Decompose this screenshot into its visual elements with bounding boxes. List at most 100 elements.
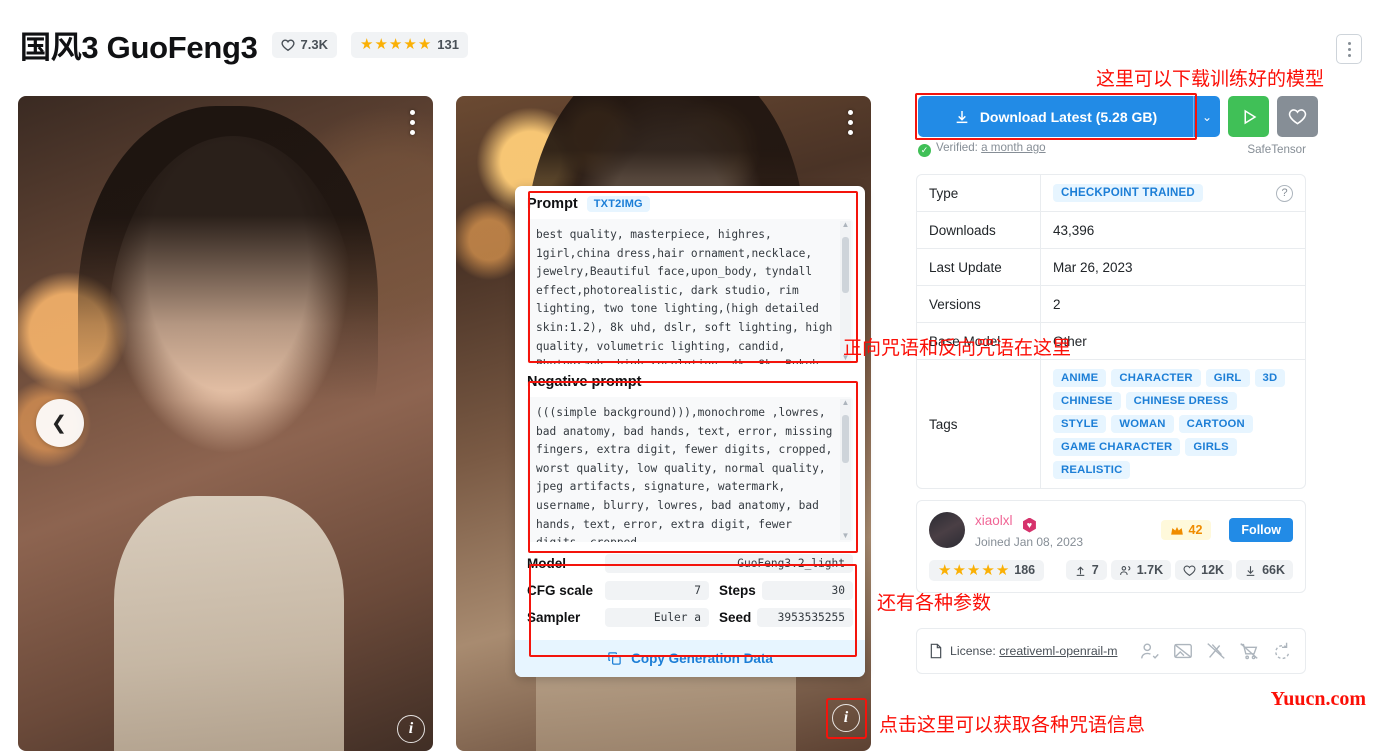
users-icon — [1119, 565, 1131, 575]
model-label: Model — [527, 556, 566, 571]
negative-prompt-section: Negative prompt (((simple background))),… — [515, 364, 865, 542]
star-icon: ★ — [388, 36, 403, 53]
download-icon — [956, 110, 968, 123]
file-format-label: SafeTensor — [1247, 142, 1306, 156]
tag-chip[interactable]: CHINESE — [1053, 392, 1121, 410]
annotation-params: 还有各种参数 — [877, 592, 992, 614]
tag-chip[interactable]: GIRL — [1205, 369, 1250, 387]
creator-card: xiaolxl ♥ Joined Jan 08, 2023 42 Follow … — [916, 500, 1306, 593]
play-icon — [1244, 109, 1256, 124]
download-latest-button[interactable]: Download Latest (5.28 GB) — [918, 96, 1193, 137]
verified-row: ✓ Verified: a month ago SafeTensor — [918, 141, 1306, 157]
watermark: Yuucn.com — [1270, 688, 1366, 710]
table-row: Versions 2 — [917, 286, 1305, 323]
rating-pill[interactable]: ★ ★ ★ ★ ★ 131 — [351, 31, 468, 58]
tag-chip[interactable]: REALISTIC — [1053, 461, 1131, 479]
follow-button[interactable]: Follow — [1229, 518, 1293, 543]
star-icon: ★ — [995, 561, 1010, 579]
no-image-generation-icon — [1174, 643, 1192, 659]
star-icon: ★ — [403, 36, 417, 53]
scrollbar-thumb[interactable] — [842, 415, 849, 463]
model-detail-page: 国风3 GuoFeng3 7.3K ★ ★ ★ ★ ★ 131 ❮ i i Pr… — [0, 0, 1382, 754]
row-value: 2 — [1053, 296, 1061, 312]
gallery-prev-button[interactable]: ❮ — [36, 399, 84, 447]
cfg-label: CFG scale — [527, 583, 594, 598]
stat-value: 7 — [1091, 563, 1099, 577]
document-icon — [930, 643, 942, 659]
tag-chip[interactable]: GIRLS — [1185, 438, 1237, 456]
verified-heart-badge-icon: ♥ — [1023, 517, 1036, 533]
star-icon: ★ — [981, 561, 995, 579]
star-rating: ★ ★ ★ ★ ★ — [360, 37, 431, 52]
star-icon: ★ — [417, 36, 432, 53]
model-type-chip[interactable]: CHECKPOINT TRAINED — [1053, 184, 1203, 202]
creator-joined-date: Joined Jan 08, 2023 — [975, 534, 1084, 549]
image-options-button[interactable] — [848, 110, 853, 135]
table-row-tags: Tags ANIME CHARACTER GIRL 3D CHINESE CHI… — [917, 360, 1305, 488]
negative-prompt-label: Negative prompt — [527, 374, 642, 390]
copy-generation-data-label: Copy Generation Data — [631, 651, 773, 666]
page-options-button[interactable] — [1336, 34, 1362, 64]
image-options-button[interactable] — [410, 110, 415, 135]
avatar[interactable] — [929, 512, 965, 549]
star-icon: ★ — [360, 36, 374, 53]
heart-outline-icon — [280, 39, 295, 51]
tag-chip[interactable]: ANIME — [1053, 369, 1107, 387]
run-model-button[interactable] — [1228, 96, 1269, 137]
tag-chip[interactable]: GAME CHARACTER — [1053, 438, 1181, 456]
annotation-info-button: 点击这里可以获取各种咒语信息 — [879, 714, 1146, 736]
license-prefix: License: — [950, 644, 996, 658]
no-derivatives-icon — [1207, 643, 1225, 659]
steps-label: Steps — [719, 583, 756, 598]
creator-rating-pill[interactable]: ★ ★ ★ ★ ★ 186 — [929, 559, 1045, 581]
stat-value: 66K — [1262, 563, 1285, 577]
info-button-highlight — [826, 698, 867, 739]
tag-chip[interactable]: CHARACTER — [1111, 369, 1201, 387]
row-value: Other — [1053, 333, 1087, 349]
copy-generation-data-button[interactable]: Copy Generation Data — [515, 640, 865, 677]
prompt-textbox[interactable]: best quality, masterpiece, highres, 1gir… — [527, 219, 853, 364]
scrollbar-thumb[interactable] — [842, 237, 849, 293]
download-options-button[interactable]: ⌄ — [1193, 96, 1220, 137]
seed-label: Seed — [719, 610, 752, 625]
negative-prompt-scrollbar[interactable]: ▲ ▼ — [840, 399, 851, 540]
prompt-text: best quality, masterpiece, highres, 1gir… — [536, 228, 833, 364]
star-icon: ★ — [966, 561, 981, 579]
copy-icon — [608, 652, 621, 665]
row-key: Versions — [917, 286, 1041, 322]
chevron-up-icon: ▲ — [841, 398, 850, 407]
negative-prompt-textbox[interactable]: (((simple background))),monochrome ,lowr… — [527, 397, 853, 542]
row-value: Mar 26, 2023 — [1053, 259, 1133, 275]
stat-downloads: 66K — [1236, 560, 1293, 580]
txt2img-badge: TXT2IMG — [586, 196, 650, 212]
no-credit-required-icon — [1141, 643, 1159, 659]
generation-data-panel: Prompt TXT2IMG best quality, masterpiece… — [515, 186, 865, 677]
favorite-model-button[interactable] — [1277, 96, 1318, 137]
image-info-button-primary[interactable]: i — [397, 715, 425, 743]
creator-name[interactable]: xiaolxl — [975, 513, 1013, 528]
tag-chip[interactable]: 3D — [1254, 369, 1286, 387]
download-latest-label: Download Latest (5.28 GB) — [979, 108, 1158, 125]
table-row: Last Update Mar 26, 2023 — [917, 249, 1305, 286]
like-count-pill[interactable]: 7.3K — [271, 31, 337, 58]
question-circle-icon[interactable]: ? — [1276, 184, 1293, 202]
stat-value: 1.7K — [1136, 563, 1164, 577]
tag-chip[interactable]: CHINESE DRESS — [1125, 392, 1237, 410]
chevron-left-icon: ❮ — [51, 412, 67, 434]
tag-chip[interactable]: WOMAN — [1111, 415, 1174, 433]
table-row: Type CHECKPOINT TRAINED ? — [917, 175, 1305, 212]
creator-rank-count: 42 — [1188, 523, 1203, 538]
rating-count: 131 — [437, 37, 459, 52]
license-link[interactable]: creativeml-openrail-m — [999, 644, 1117, 658]
verified-date-link[interactable]: a month ago — [981, 141, 1045, 154]
stat-uploads: 7 — [1065, 560, 1107, 580]
model-value: GuoFeng3.2_light — [605, 554, 853, 573]
upload-icon — [1076, 565, 1085, 576]
more-vertical-icon — [410, 110, 415, 115]
chevron-down-icon: ▼ — [841, 531, 850, 540]
tag-chip[interactable]: CARTOON — [1178, 415, 1253, 433]
heart-outline-icon — [1288, 109, 1307, 125]
creator-rating-count: 186 — [1014, 563, 1036, 577]
creator-identity: xiaolxl ♥ Joined Jan 08, 2023 — [975, 512, 1083, 549]
tag-chip[interactable]: STYLE — [1053, 415, 1107, 433]
